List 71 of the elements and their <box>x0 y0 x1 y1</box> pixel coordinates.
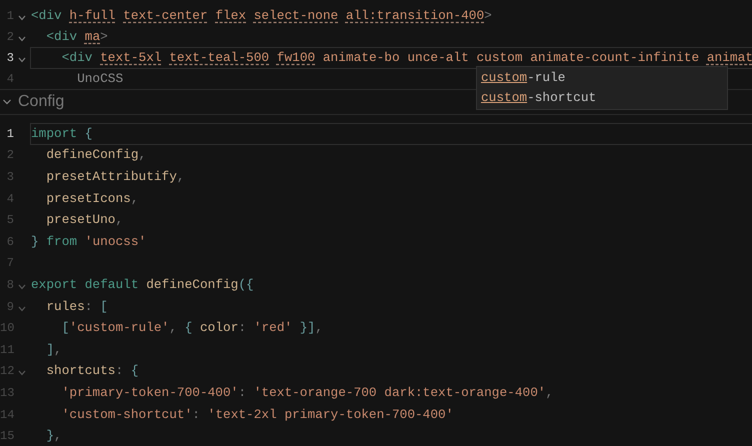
code-token: animate-bo unce-alt custom animate-count-infinite <box>322 50 700 64</box>
code-token: fw100 <box>276 50 316 64</box>
code-token: : <box>115 363 124 378</box>
code-token: 'red' <box>254 320 292 336</box>
chevron-down-icon[interactable] <box>18 306 26 312</box>
code-token: , <box>176 168 185 184</box>
code-token: <div <box>46 28 78 44</box>
code-token: 'custom-rule' <box>69 320 170 336</box>
code-token: animat <box>706 50 752 64</box>
code-token: , <box>138 147 146 162</box>
code-token: <div <box>31 8 62 22</box>
code-token: , <box>130 190 139 206</box>
code-token: 'custom-shortcut' <box>62 406 192 422</box>
code-token: > <box>100 28 108 44</box>
code-token: ma <box>84 28 100 44</box>
code-token: : <box>238 320 246 336</box>
code-token: select-none <box>254 8 338 22</box>
code-token: 'text-orange-700 dark:text-orange-400' <box>254 384 546 400</box>
section-title: Config <box>18 93 64 111</box>
chevron-icon[interactable] <box>2 97 12 107</box>
code-token: export default <box>31 276 139 292</box>
code-token: all:transition-400 <box>346 8 484 22</box>
code-token: text-5xl <box>100 50 162 64</box>
code-token: 'primary-token-700-400' <box>62 384 238 400</box>
code-token: }] <box>300 320 316 336</box>
code-token: presetUno <box>46 212 116 228</box>
code-token: [ <box>62 320 70 336</box>
code-token: flex <box>215 8 246 22</box>
code-token: text-center <box>123 8 208 22</box>
line-number: 1 <box>6 126 14 141</box>
code-token: presetAttributify <box>46 168 177 184</box>
chevron-down-icon[interactable] <box>18 284 26 290</box>
chevron-down-icon[interactable] <box>18 370 26 376</box>
code-token: , <box>54 342 62 357</box>
code-token: , <box>315 320 323 336</box>
code-token: presetIcons <box>46 190 131 206</box>
code-token: : <box>238 384 246 400</box>
code-token: 'unocss' <box>84 234 146 249</box>
code-token: <div <box>62 50 92 64</box>
code-token: , <box>115 212 124 228</box>
chevron-down-icon[interactable] <box>18 36 26 42</box>
code-token: , <box>54 428 62 444</box>
code-token: shortcuts <box>46 363 116 378</box>
code-token: from <box>46 234 78 249</box>
line-number: 3 <box>6 50 14 64</box>
code-token: { <box>184 320 192 336</box>
code-token: ({ <box>238 276 254 292</box>
code-token: ] <box>46 342 54 357</box>
suggestion-item[interactable]: custom-shortcut <box>477 88 727 108</box>
code-token: text-teal-500 <box>169 50 270 64</box>
code-token: defineConfig <box>146 276 238 292</box>
code-token: { <box>84 126 92 141</box>
chevron-down-icon[interactable] <box>18 14 26 20</box>
code-token: rules <box>46 298 85 314</box>
code-token: , <box>169 320 177 336</box>
code-token: } <box>31 234 39 249</box>
code-token: [ <box>100 298 108 314</box>
code-token: { <box>130 363 139 378</box>
code-token: > <box>484 8 492 22</box>
code-token: h-full <box>69 8 116 22</box>
code-token: UnoCSS <box>77 70 124 86</box>
code-token: color <box>200 320 238 336</box>
code-token: : <box>192 406 200 422</box>
code-token: : <box>84 298 92 314</box>
code-token: , <box>546 384 554 400</box>
code-token: } <box>46 428 54 444</box>
code-token: defineConfig <box>46 147 139 162</box>
chevron-down-icon[interactable] <box>18 56 26 62</box>
suggestion-item[interactable]: custom-rule <box>477 68 727 88</box>
code-token: 'text-2xl primary-token-700-400' <box>208 406 454 422</box>
code-token: import <box>31 126 78 141</box>
